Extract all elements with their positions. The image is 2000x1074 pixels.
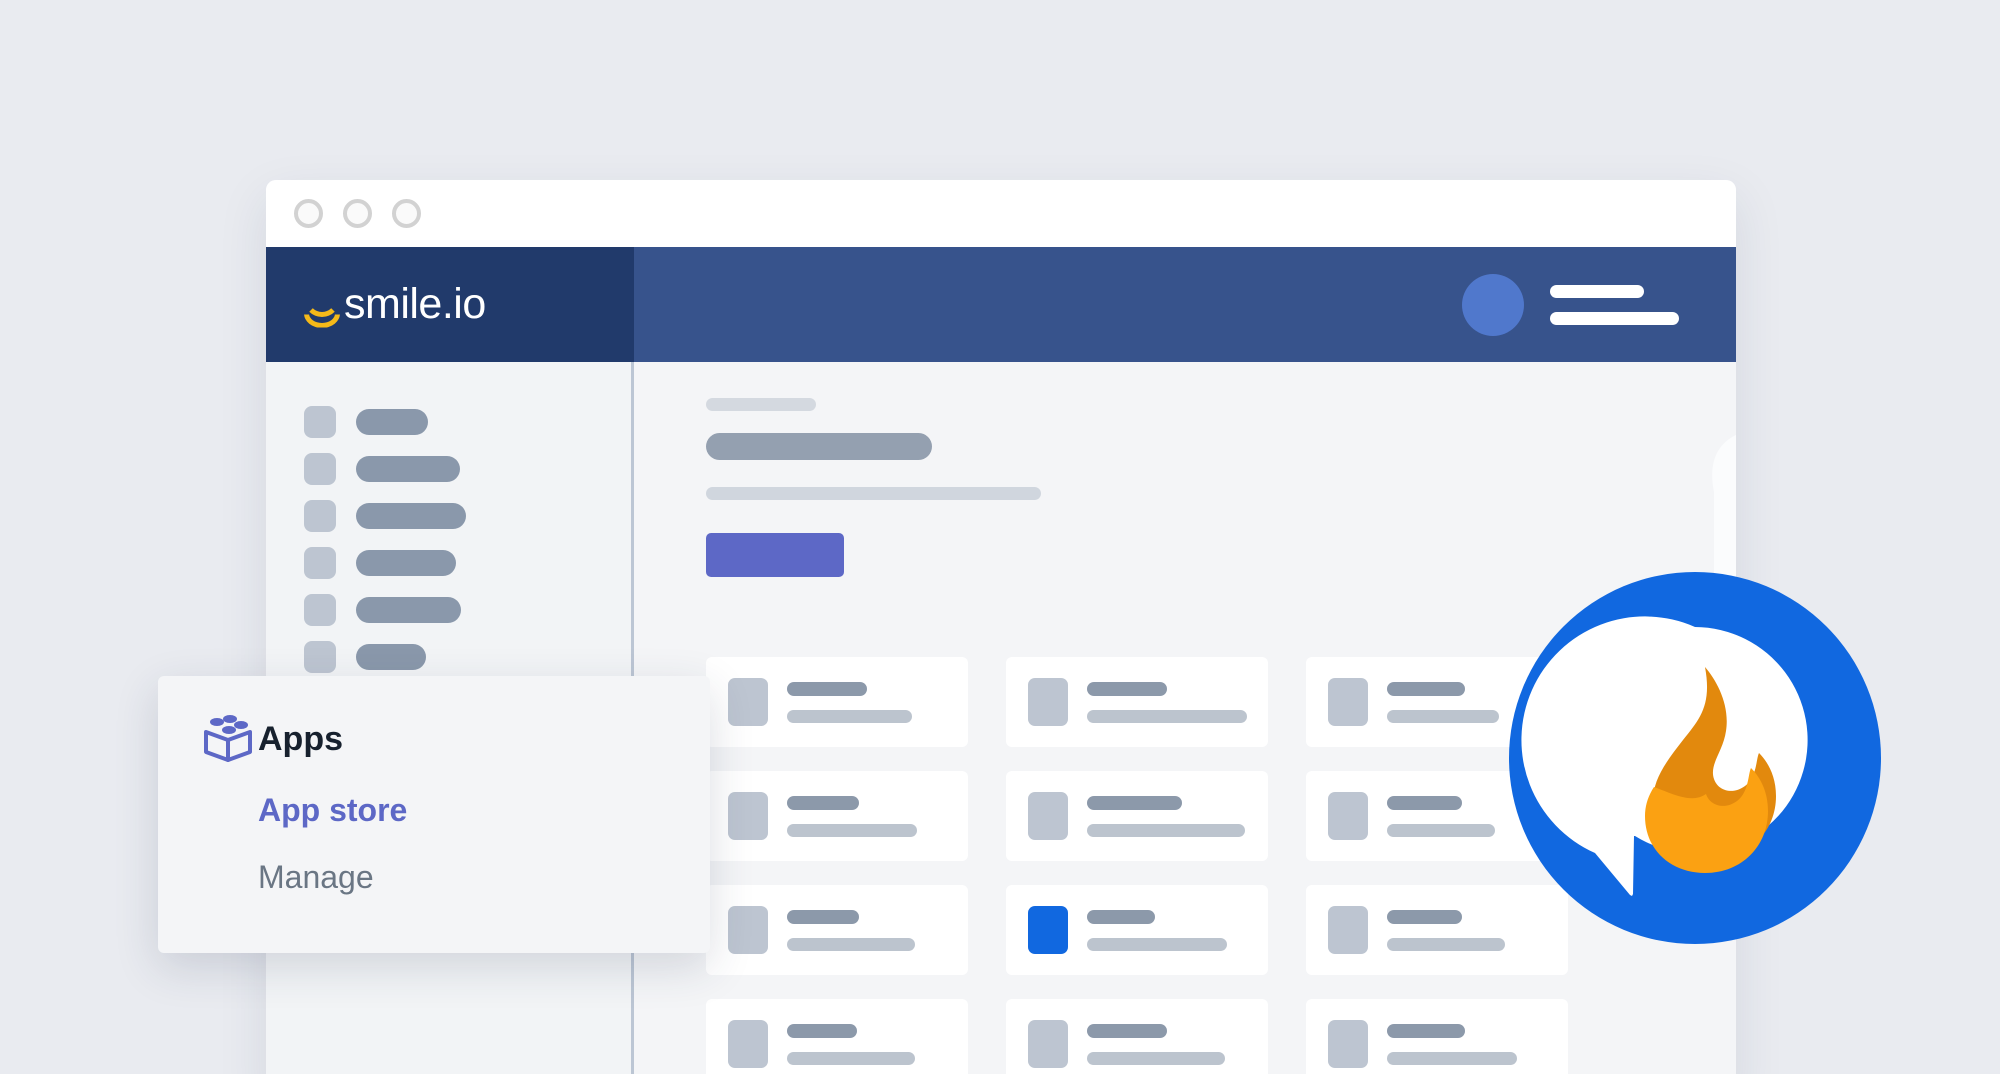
- app-icon: [1328, 906, 1368, 954]
- app-card-subtitle: [1087, 1051, 1225, 1065]
- app-card-title: [787, 795, 859, 810]
- sidebar-item-label: [356, 549, 456, 576]
- app-card-title: [1387, 1023, 1465, 1038]
- content-eyebrow-placeholder: [706, 398, 816, 411]
- sidebar-item-label: [356, 596, 461, 623]
- app-card[interactable]: [706, 657, 968, 747]
- app-card[interactable]: [706, 999, 968, 1074]
- app-card-subtitle: [787, 1051, 915, 1065]
- sidebar-item-icon: [304, 640, 336, 673]
- app-card-text: [787, 909, 915, 951]
- app-card[interactable]: [1006, 885, 1268, 975]
- close-dot[interactable]: [294, 199, 323, 228]
- app-icon: [1028, 792, 1068, 840]
- app-card-text: [1387, 795, 1495, 837]
- app-card-title: [1087, 909, 1155, 924]
- app-card[interactable]: [1306, 999, 1568, 1074]
- sidebar-item-label: [356, 643, 426, 670]
- app-icon: [728, 678, 768, 726]
- screenshot-stage: smile.io Apps App store Manage: [0, 0, 2000, 1074]
- app-icon: [1028, 678, 1068, 726]
- app-card-title: [1387, 909, 1462, 924]
- sidebar-item-5[interactable]: [266, 633, 631, 680]
- smile-face-icon: [304, 292, 340, 318]
- flyout-title: Apps: [258, 720, 343, 758]
- app-card-text: [1087, 795, 1245, 837]
- window-titlebar: [266, 180, 1736, 247]
- app-icon: [728, 1020, 768, 1068]
- app-card-title: [1087, 681, 1167, 696]
- app-card-title: [1387, 681, 1465, 696]
- brand-name: smile.io: [344, 280, 486, 328]
- app-card-subtitle: [1387, 709, 1499, 723]
- app-card-text: [1387, 1023, 1517, 1065]
- app-card[interactable]: [1006, 999, 1268, 1074]
- flyout-link-manage[interactable]: Manage: [258, 859, 710, 896]
- app-icon: [1028, 1020, 1068, 1068]
- sidebar-item-icon: [304, 405, 336, 438]
- app-card-text: [787, 681, 912, 723]
- sidebar-item-0[interactable]: [266, 398, 631, 445]
- sidebar-item-icon: [304, 593, 336, 626]
- app-card-subtitle: [1087, 823, 1245, 837]
- app-card[interactable]: [1006, 657, 1268, 747]
- app-card-subtitle: [1387, 1051, 1517, 1065]
- sidebar-item-4[interactable]: [266, 586, 631, 633]
- app-card[interactable]: [706, 771, 968, 861]
- app-card-text: [787, 795, 917, 837]
- app-icon: [1328, 678, 1368, 726]
- app-icon: [728, 906, 768, 954]
- app-card-subtitle: [787, 709, 912, 723]
- app-card-text: [1087, 1023, 1225, 1065]
- sidebar-item-icon: [304, 546, 336, 579]
- sidebar-item-label: [356, 455, 460, 482]
- app-card-title: [787, 681, 867, 696]
- app-card-title: [787, 909, 859, 924]
- firepush-flame-logo: [1509, 572, 1881, 944]
- sidebar-item-2[interactable]: [266, 492, 631, 539]
- maximize-dot[interactable]: [392, 199, 421, 228]
- header-right-group: [634, 247, 1736, 362]
- app-card-title: [1387, 795, 1462, 810]
- app-card-text: [1387, 681, 1499, 723]
- sidebar-item-1[interactable]: [266, 445, 631, 492]
- app-card-subtitle: [1387, 823, 1495, 837]
- app-card-subtitle: [787, 823, 917, 837]
- app-card-title: [1087, 1023, 1167, 1038]
- app-card-text: [787, 1023, 915, 1065]
- sidebar-item-icon: [304, 499, 336, 532]
- app-card[interactable]: [706, 885, 968, 975]
- flyout-link-app-store[interactable]: App store: [258, 792, 710, 829]
- app-card-title: [1087, 795, 1182, 810]
- sidebar-item-label: [356, 408, 428, 435]
- app-card-subtitle: [787, 937, 915, 951]
- app-icon: [1328, 1020, 1368, 1068]
- app-card-subtitle: [1087, 937, 1227, 951]
- sidebar-item-label: [356, 502, 466, 529]
- app-card-subtitle: [1087, 709, 1247, 723]
- app-card-text: [1087, 681, 1247, 723]
- page-title-placeholder: [706, 433, 932, 460]
- apps-box-icon: [204, 715, 252, 762]
- app-card[interactable]: [1006, 771, 1268, 861]
- app-icon: [1328, 792, 1368, 840]
- app-card-title: [787, 1023, 857, 1038]
- app-icon-firepush: [1028, 906, 1068, 954]
- minimize-dot[interactable]: [343, 199, 372, 228]
- app-icon: [728, 792, 768, 840]
- user-avatar[interactable]: [1462, 273, 1524, 336]
- app-card-text: [1087, 909, 1227, 951]
- hamburger-menu-icon[interactable]: [1550, 284, 1679, 325]
- primary-cta-button[interactable]: [706, 533, 844, 577]
- page-subtitle-placeholder: [706, 487, 1041, 500]
- app-header-bar: smile.io: [266, 247, 1736, 362]
- sidebar-item-3[interactable]: [266, 539, 631, 586]
- sidebar-item-icon: [304, 452, 336, 485]
- app-card-text: [1387, 909, 1505, 951]
- app-card-subtitle: [1387, 937, 1505, 951]
- brand-logo[interactable]: smile.io: [266, 247, 634, 362]
